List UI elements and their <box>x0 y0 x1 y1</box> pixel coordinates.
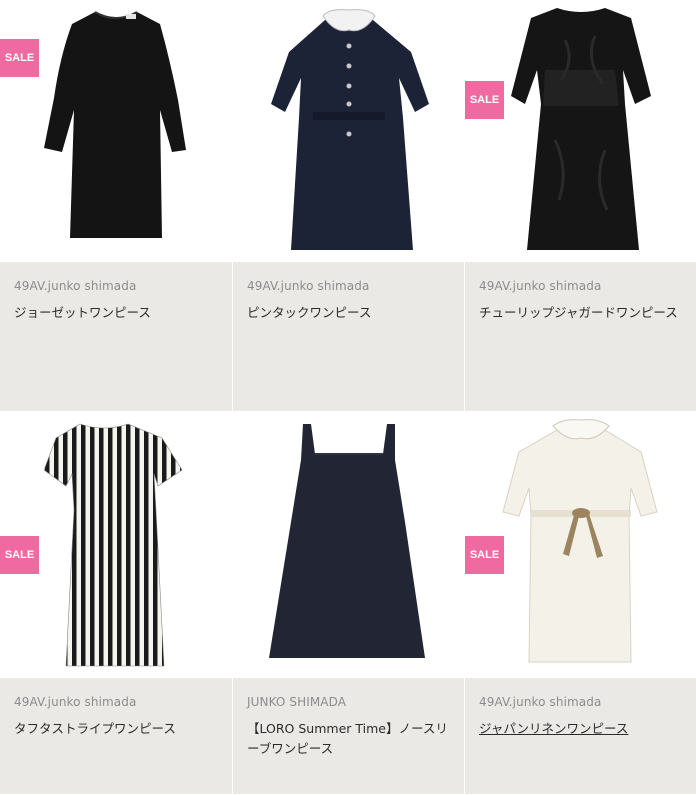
navy-collar-dress-image <box>271 9 429 250</box>
product-image[interactable] <box>233 0 464 262</box>
product-card-taffeta-stripe-dress[interactable]: SALE 49AV.junko shimada タフタストライプワンピース <box>0 412 232 795</box>
product-info[interactable]: 49AV.junko shimada ジョーゼットワンピース <box>0 262 232 411</box>
product-info[interactable]: 49AV.junko shimada ジャパンリネンワンピース <box>465 678 696 794</box>
product-name[interactable]: チューリップジャガードワンピース <box>479 303 682 323</box>
product-image[interactable]: SALE <box>0 412 232 678</box>
navy-sleeveless-dress-image <box>269 424 425 658</box>
product-info[interactable]: 49AV.junko shimada チューリップジャガードワンピース <box>465 262 696 411</box>
product-name[interactable]: ジョーゼットワンピース <box>14 303 218 323</box>
product-name[interactable]: タフタストライプワンピース <box>14 719 218 739</box>
product-card-loro-sleeveless-dress[interactable]: JUNKO SHIMADA 【LORO Summer Time】ノースリーブワン… <box>232 412 464 795</box>
product-brand: 49AV.junko shimada <box>14 695 137 709</box>
sale-badge: SALE <box>465 536 504 574</box>
product-image[interactable]: SALE <box>465 412 696 678</box>
product-card-japan-linen-dress[interactable]: SALE 49AV.junko shimada ジャパンリネンワンピース <box>464 412 696 795</box>
product-image[interactable] <box>233 412 464 678</box>
product-card-pintuck-dress[interactable]: 49AV.junko shimada ピンタックワンピース <box>232 0 464 412</box>
product-image[interactable]: SALE <box>0 0 232 262</box>
product-name[interactable]: 【LORO Summer Time】ノースリーブワンピース <box>247 719 450 759</box>
sale-badge: SALE <box>0 536 39 574</box>
product-card-tulip-jacquard-dress[interactable]: SALE 49AV.junko shimada チューリップジャガードワンピース <box>464 0 696 412</box>
product-card-georgette-dress[interactable]: SALE 49AV.junko shimada ジョーゼットワンピース <box>0 0 232 412</box>
sale-badge: SALE <box>465 81 504 119</box>
product-info[interactable]: 49AV.junko shimada ピンタックワンピース <box>233 262 464 411</box>
black-jacquard-dress-image <box>511 8 651 250</box>
sale-badge: SALE <box>0 39 39 77</box>
product-info[interactable]: 49AV.junko shimada タフタストライプワンピース <box>0 678 232 794</box>
product-name[interactable]: ピンタックワンピース <box>247 303 450 323</box>
product-brand: JUNKO SHIMADA <box>247 695 347 709</box>
product-brand: 49AV.junko shimada <box>479 279 602 293</box>
product-brand: 49AV.junko shimada <box>14 279 137 293</box>
product-brand: 49AV.junko shimada <box>479 695 602 709</box>
product-image[interactable]: SALE <box>465 0 696 262</box>
product-grid: SALE 49AV.junko shimada ジョーゼットワンピース 49AV… <box>0 0 696 795</box>
product-name-link[interactable]: ジャパンリネンワンピース <box>479 719 682 739</box>
product-info[interactable]: JUNKO SHIMADA 【LORO Summer Time】ノースリーブワン… <box>233 678 464 794</box>
product-brand: 49AV.junko shimada <box>247 279 370 293</box>
